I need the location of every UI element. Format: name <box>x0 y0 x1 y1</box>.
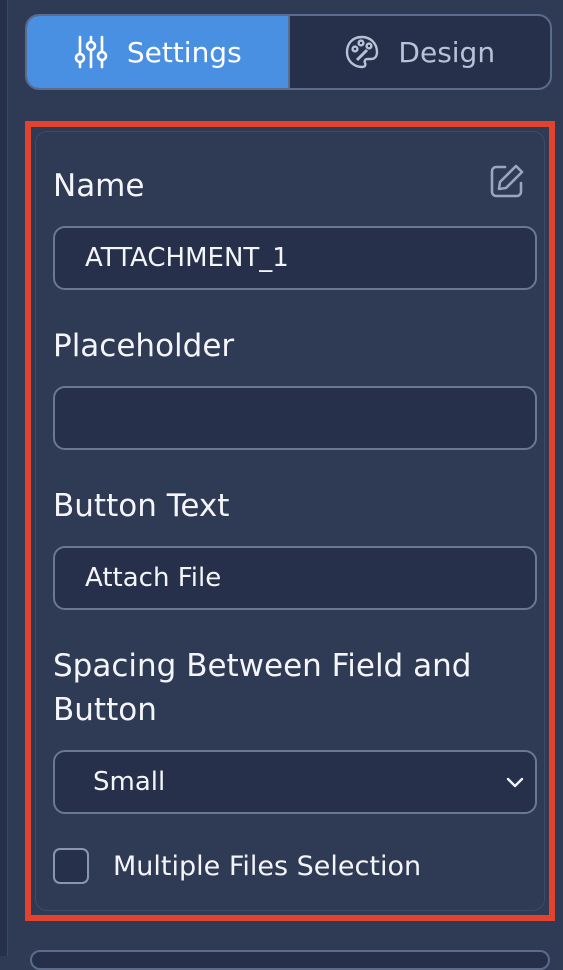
settings-panel: Name ATTACHMENT_1 Placeholder Button Tex… <box>35 131 545 911</box>
settings-panel-highlight: Name ATTACHMENT_1 Placeholder Button Tex… <box>25 121 555 921</box>
next-section-stub <box>30 950 550 970</box>
edit-icon[interactable] <box>488 162 526 200</box>
button-text-input[interactable]: Attach File <box>53 546 537 610</box>
settings-design-tabs: Settings Design <box>25 14 552 90</box>
button-text-input-value: Attach File <box>85 563 222 593</box>
palette-icon <box>346 35 379 69</box>
multiple-files-checkbox[interactable] <box>53 848 89 884</box>
spacing-select-value: Small <box>93 767 166 797</box>
tab-settings-label: Settings <box>126 35 242 69</box>
tab-design[interactable]: Design <box>287 16 551 88</box>
spacing-select[interactable]: Small <box>53 750 537 814</box>
multiple-files-label: Multiple Files Selection <box>113 850 422 882</box>
name-input-value: ATTACHMENT_1 <box>85 243 289 273</box>
spacing-label-line1: Spacing Between Field and <box>53 648 472 684</box>
tab-settings[interactable]: Settings <box>27 16 288 88</box>
button-text-label: Button Text <box>53 488 230 524</box>
chevron-down-icon <box>506 777 524 788</box>
placeholder-label: Placeholder <box>53 328 235 364</box>
placeholder-input[interactable] <box>53 386 537 450</box>
name-input[interactable]: ATTACHMENT_1 <box>53 226 537 290</box>
tab-design-label: Design <box>398 35 496 69</box>
sliders-icon <box>74 35 108 69</box>
multiple-files-row: Multiple Files Selection <box>53 846 421 886</box>
left-panel-edge <box>0 0 8 956</box>
name-label: Name <box>53 168 145 204</box>
spacing-label-line2: Button <box>53 692 157 728</box>
